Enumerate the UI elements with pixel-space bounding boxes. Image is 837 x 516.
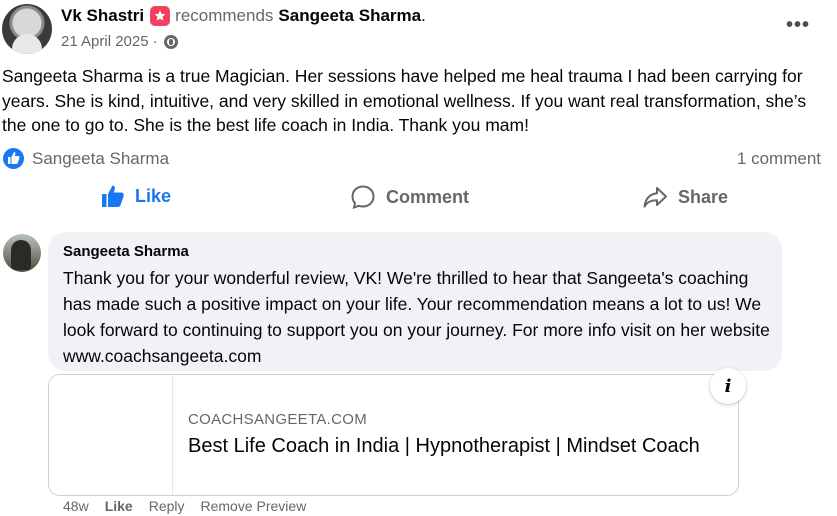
- info-icon[interactable]: i: [710, 368, 746, 404]
- recommend-icon: [150, 6, 171, 26]
- reactions-summary: Sangeeta Sharma 1 comment: [0, 148, 837, 174]
- like-button[interactable]: Like: [101, 184, 171, 208]
- comment-text: Thank you for your wonderful review, VK!…: [63, 268, 770, 366]
- reactor-name[interactable]: Sangeeta Sharma: [32, 149, 169, 169]
- thumbs-up-icon: [102, 185, 124, 207]
- comment-icon: [351, 185, 375, 210]
- comment-bubble: Sangeeta Sharma Thank you for your wonde…: [48, 232, 782, 371]
- preview-title: Best Life Coach in India | Hypnotherapis…: [188, 435, 700, 457]
- share-button[interactable]: Share: [642, 184, 728, 210]
- comment-label: Comment: [386, 186, 470, 207]
- commenter-name[interactable]: Sangeeta Sharma: [63, 243, 770, 261]
- recommended-page-name[interactable]: Sangeeta Sharma: [278, 6, 421, 26]
- recommends-text: recommends: [175, 6, 274, 25]
- headline-period: .: [421, 6, 426, 25]
- post-headline: Vk Shastri recommends Sangeeta Sharma.: [61, 6, 426, 26]
- post-body: Sangeeta Sharma is a true Magician. Her …: [2, 66, 807, 135]
- comment-reply-button[interactable]: Reply: [149, 498, 185, 514]
- link-preview-card[interactable]: COACHSANGEETA.COM Best Life Coach in Ind…: [48, 374, 739, 496]
- post-meta: 21 April 2025 ·: [61, 33, 178, 50]
- author-name[interactable]: Vk Shastri: [61, 6, 144, 26]
- meta-separator: ·: [152, 33, 158, 50]
- comment-age[interactable]: 48w: [63, 498, 89, 514]
- globe-icon[interactable]: [163, 34, 178, 49]
- comment-like-button[interactable]: Like: [105, 498, 133, 514]
- preview-thumbnail: [49, 375, 173, 495]
- like-icon[interactable]: [3, 148, 24, 169]
- share-icon: [643, 187, 667, 208]
- post-date[interactable]: 21 April 2025: [61, 33, 149, 50]
- remove-preview-button[interactable]: Remove Preview: [201, 498, 307, 514]
- like-label: Like: [135, 185, 172, 206]
- author-avatar[interactable]: [2, 4, 52, 54]
- comment-count[interactable]: 1 comment: [737, 149, 821, 169]
- more-options-button[interactable]: •••: [786, 15, 810, 36]
- post-header: Vk Shastri recommends Sangeeta Sharma. 2…: [0, 0, 837, 60]
- preview-domain: COACHSANGEETA.COM: [188, 411, 368, 428]
- comment-footer: 48w Like Reply Remove Preview: [63, 498, 322, 514]
- post-actions: Like Comment Share: [0, 180, 837, 216]
- share-label: Share: [678, 186, 729, 207]
- commenter-avatar[interactable]: [3, 234, 41, 272]
- comment-button[interactable]: Comment: [350, 184, 469, 210]
